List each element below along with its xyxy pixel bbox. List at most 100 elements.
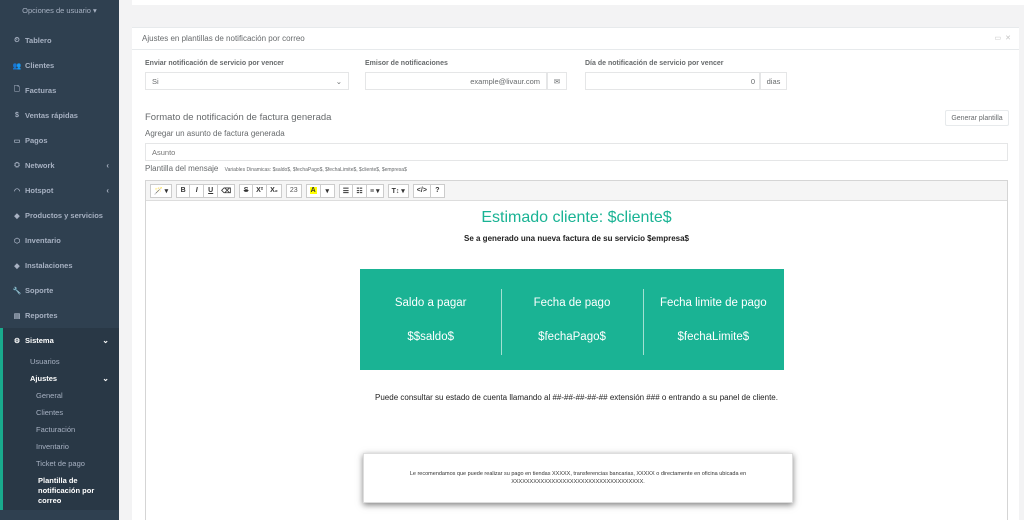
dollar-icon: $ <box>15 112 19 119</box>
superscript-button[interactable]: X² <box>253 183 268 198</box>
sidebar-item-inventario-ajustes[interactable]: Inventario <box>3 438 119 455</box>
fecha-pago-column: Fecha de pago $fechaPago$ <box>501 269 642 370</box>
sidebar-item-label: Network <box>25 161 55 170</box>
line-height-dropdown[interactable]: T↕ ▾ <box>387 183 409 198</box>
unordered-list-icon[interactable]: ☰ <box>338 183 354 198</box>
generate-template-button[interactable]: Generar plantilla <box>945 110 1009 126</box>
cogs-icon: ⚙ <box>13 337 21 345</box>
sitemap-icon: ⛭ <box>14 161 20 169</box>
subject-label: Agregar un asunto de factura generada <box>145 129 285 138</box>
sidebar-item-hotspot[interactable]: ◠ Hotspot ‹ <box>0 178 119 203</box>
sidebar-item-facturas[interactable]: 🗋 Facturas <box>0 78 119 103</box>
chevron-down-icon: ⌄ <box>102 336 109 345</box>
sidebar-item-label: Pagos <box>25 136 48 145</box>
sidebar-item-label: Instalaciones <box>25 261 73 270</box>
sidebar-item-label: Inventario <box>25 236 61 245</box>
chevron-down-icon: ⌄ <box>335 76 342 86</box>
settings-panel: Ajustes en plantillas de notificación po… <box>132 27 1019 520</box>
font-size-input[interactable]: 23 <box>285 183 302 198</box>
sidebar-item-facturacion[interactable]: Facturación <box>3 421 119 438</box>
close-icon[interactable]: ✕ <box>1005 34 1011 42</box>
code-view-button[interactable]: </> <box>412 183 431 198</box>
greeting-text: Estimado cliente: $cliente$ <box>481 209 672 226</box>
sidebar-item-label: Hotspot <box>25 186 54 195</box>
message-editor: 🪄 ▾ B I U ⌫ S X² X₂ 23 A ▾ ☰ ☷ ≡ ▾ T↕ ▾ … <box>145 180 1008 520</box>
dias-addon: dias <box>760 72 787 90</box>
dashboard-icon: ⏲ <box>14 36 20 44</box>
italic-button[interactable]: I <box>190 183 205 198</box>
maximize-icon[interactable]: ▭ <box>995 34 1002 42</box>
sidebar: Opciones de usuario ▾ ⏲ Tablero 👥 Clientes 🗋… <box>0 0 119 520</box>
enviar-select[interactable]: Si ⌄ <box>145 72 349 90</box>
sidebar-item-reportes[interactable]: ▤ Reportes <box>0 303 119 328</box>
editor-content[interactable]: Estimado cliente: $cliente$ Se a generad… <box>146 201 1007 520</box>
consult-text: Puede consultar su estado de cuenta llam… <box>375 393 778 402</box>
user-name <box>0 2 119 5</box>
sidebar-item-label: Facturas <box>25 86 57 95</box>
message-label: Plantilla del mensaje Variables Dinamica… <box>145 164 407 173</box>
top-strip <box>132 0 1024 5</box>
sidebar-item-clientes[interactable]: Clientes <box>3 404 119 421</box>
color-dropdown[interactable]: ▾ <box>320 183 335 198</box>
sidebar-item-label: Soporte <box>25 286 54 295</box>
sidebar-item-productos-y-servicios[interactable]: ◆ Productos y servicios <box>0 203 119 228</box>
wrench-icon: 🔧 <box>12 287 22 295</box>
invoice-summary-box: Saldo a pagar $$saldo$ Fecha de pago $fe… <box>360 269 784 370</box>
bold-button[interactable]: B <box>176 183 191 198</box>
sidebar-item-clientes[interactable]: 👥 Clientes <box>0 53 119 78</box>
sidebar-item-ticket-de-pago[interactable]: Ticket de pago <box>3 455 119 472</box>
clipboard-icon: ▤ <box>13 312 21 320</box>
eraser-icon[interactable]: ⌫ <box>218 183 236 198</box>
chevron-down-icon: ⌄ <box>102 374 109 383</box>
sidebar-item-sistema[interactable]: ⚙ Sistema ⌄ <box>0 328 119 353</box>
subgreeting-text: Se a generado una nueva factura de su se… <box>464 234 689 243</box>
sidebar-item-tablero[interactable]: ⏲ Tablero <box>0 28 119 53</box>
sidebar-item-label: Reportes <box>25 311 58 320</box>
underline-button[interactable]: U <box>204 183 219 198</box>
panel-title: Ajustes en plantillas de notificación po… <box>132 28 1019 50</box>
dia-input[interactable]: 0 <box>585 72 760 90</box>
fecha-limite-column: Fecha limite de pago $fechaLimite$ <box>642 269 784 370</box>
strikethrough-button[interactable]: S <box>239 183 254 198</box>
sidebar-item-label: Clientes <box>25 61 55 70</box>
sidebar-item-plantilla-notificacion[interactable]: Plantilla de notificación por correo <box>0 472 119 510</box>
money-icon: ▭ <box>13 137 21 145</box>
sidebar-item-usuarios[interactable]: Usuarios <box>3 353 119 370</box>
chevron-left-icon: ‹ <box>106 161 109 170</box>
style-dropdown[interactable]: 🪄 ▾ <box>150 183 173 198</box>
sidebar-item-instalaciones[interactable]: ◆ Instalaciones <box>0 253 119 278</box>
enviar-label: Enviar notificación de servicio por venc… <box>145 60 284 67</box>
sistema-submenu: Usuarios Ajustes ⌄ General Clientes Fact… <box>0 353 119 472</box>
tags-icon: ◆ <box>14 262 20 270</box>
panel-tools: ▭ ✕ <box>995 34 1012 42</box>
sidebar-item-label: Ventas rápidas <box>25 111 78 120</box>
subject-input[interactable] <box>145 143 1008 161</box>
color-button[interactable]: A <box>305 183 321 198</box>
variables-hint: Variables Dinamicas: $saldo$, $fechaPago… <box>224 167 407 173</box>
wifi-icon: ◠ <box>13 187 21 195</box>
help-button[interactable]: ? <box>430 183 445 198</box>
saldo-column: Saldo a pagar $$saldo$ <box>394 296 467 343</box>
emisor-label: Emisor de notificaciones <box>365 60 448 67</box>
ordered-list-icon[interactable]: ☷ <box>353 183 368 198</box>
sidebar-item-general[interactable]: General <box>3 387 119 404</box>
sidebar-item-inventario[interactable]: ⬡ Inventario <box>0 228 119 253</box>
payment-note-box: Le recomendamos que puede realizar su pa… <box>363 453 793 503</box>
sidebar-item-soporte[interactable]: 🔧 Soporte <box>0 278 119 303</box>
subscript-button[interactable]: X₂ <box>267 183 282 198</box>
envelope-icon: ✉ <box>547 72 567 90</box>
sidebar-item-ventas-rapidas[interactable]: $ Ventas rápidas <box>0 103 119 128</box>
profile-area: Opciones de usuario ▾ <box>0 0 119 28</box>
chevron-left-icon: ‹ <box>106 186 109 195</box>
file-icon: 🗋 <box>14 86 20 93</box>
paragraph-dropdown[interactable]: ≡ ▾ <box>367 183 384 198</box>
emisor-input[interactable]: example@livaur.com <box>365 72 547 90</box>
sidebar-item-pagos[interactable]: ▭ Pagos <box>0 128 119 153</box>
tag-icon: ◆ <box>14 212 20 220</box>
sidebar-item-label: Productos y servicios <box>25 211 103 220</box>
editor-toolbar: 🪄 ▾ B I U ⌫ S X² X₂ 23 A ▾ ☰ ☷ ≡ ▾ T↕ ▾ … <box>146 181 1007 201</box>
section-title: Formato de notificación de factura gener… <box>145 112 332 123</box>
sidebar-item-network[interactable]: ⛭ Network ‹ <box>0 153 119 178</box>
sidebar-item-ajustes[interactable]: Ajustes ⌄ <box>3 370 119 387</box>
user-options-toggle[interactable]: Opciones de usuario ▾ <box>0 6 119 15</box>
